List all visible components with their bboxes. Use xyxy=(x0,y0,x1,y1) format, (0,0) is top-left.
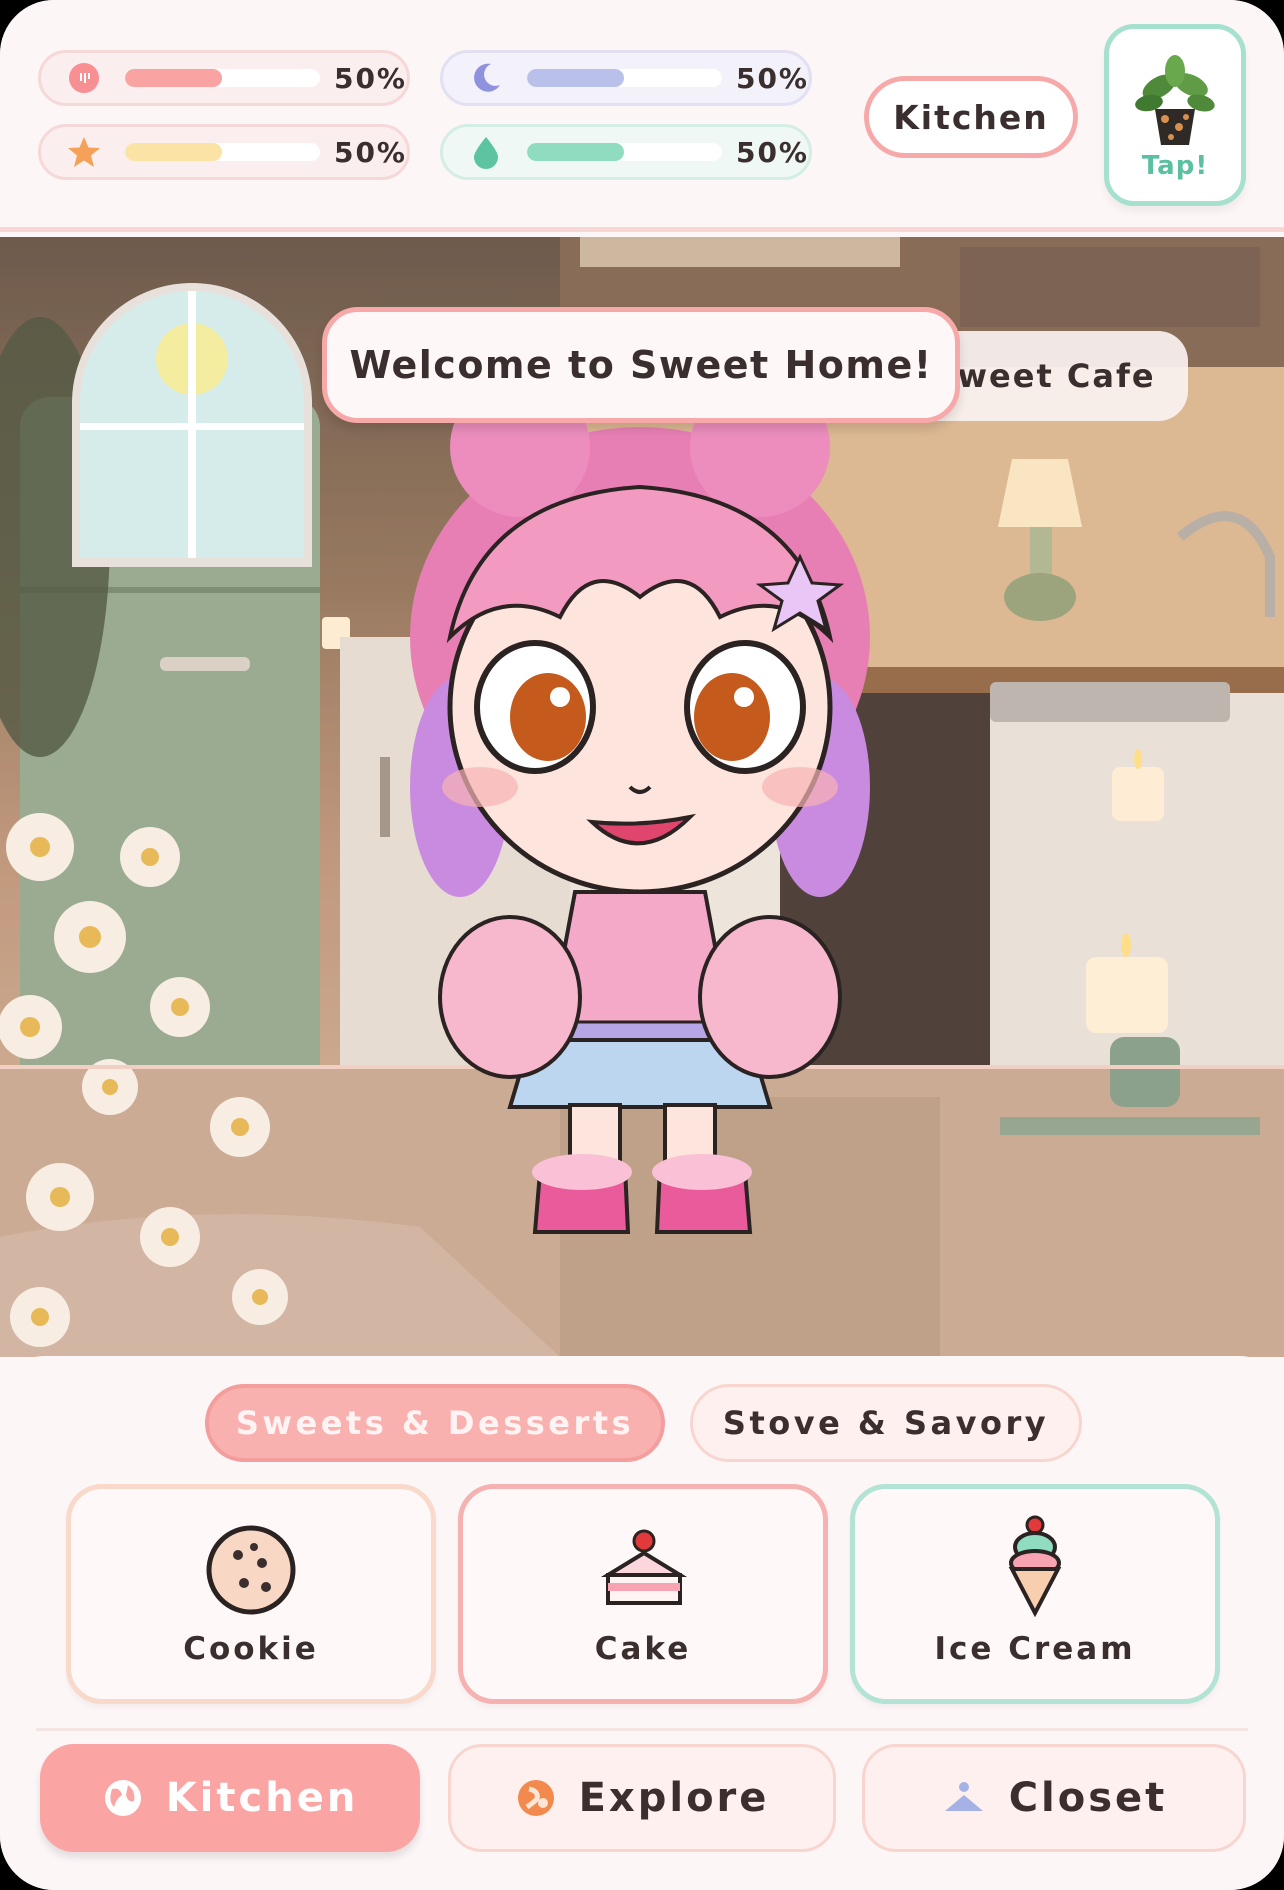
compass-icon xyxy=(515,1777,557,1819)
potted-plant-icon xyxy=(1135,55,1215,145)
fun-bar xyxy=(125,143,320,161)
star-icon xyxy=(67,135,101,169)
tab-stove-savory[interactable]: Stove & Savory xyxy=(690,1384,1082,1462)
nav-explore-label: Explore xyxy=(578,1775,770,1821)
plant-tap-button[interactable]: Tap! xyxy=(1104,24,1246,206)
arched-window xyxy=(72,283,312,567)
nav-closet-label: Closet xyxy=(1008,1775,1168,1821)
nav-explore-button[interactable]: Explore xyxy=(448,1744,836,1852)
cake-label: Cake xyxy=(594,1631,692,1667)
hygiene-meter: 50% xyxy=(440,124,812,180)
fun-value: 50% xyxy=(333,135,407,169)
window-pane xyxy=(80,291,304,558)
nav-closet-button[interactable]: Closet xyxy=(862,1744,1246,1852)
cookie-item-button[interactable]: Cookie xyxy=(66,1484,436,1704)
game-screen: 50% 50% 50% 50% Kitchen Tap! Welcome to … xyxy=(0,0,1284,1890)
cake-item-button[interactable]: Cake xyxy=(458,1484,828,1704)
hunger-bar-fill xyxy=(125,69,223,87)
moon-icon xyxy=(469,61,503,95)
hunger-bar xyxy=(125,69,320,87)
energy-value: 50% xyxy=(735,61,809,95)
globe-icon xyxy=(102,1777,144,1819)
ice-cream-item-button[interactable]: Ice Cream xyxy=(850,1484,1220,1704)
cookie-icon xyxy=(206,1525,296,1615)
hygiene-value: 50% xyxy=(735,135,809,169)
hunger-meter: 50% xyxy=(38,50,410,106)
hygiene-bar xyxy=(527,143,722,161)
kitchen-scene: Welcome to Sweet Home! Sweet Cafe xyxy=(0,237,1284,1357)
plant-tap-label: Tap! xyxy=(1141,151,1209,181)
fun-bar-fill xyxy=(125,143,223,161)
status-hud: 50% 50% 50% 50% Kitchen Tap! xyxy=(0,0,1284,232)
tab-sweets-desserts[interactable]: Sweets & Desserts xyxy=(205,1384,665,1462)
energy-bar-fill xyxy=(527,69,625,87)
hunger-icon xyxy=(67,61,101,95)
action-panel: Sweets & Desserts Stove & Savory Cookie … xyxy=(0,1356,1284,1890)
nav-divider xyxy=(36,1728,1248,1731)
chibi-character[interactable] xyxy=(360,387,920,1247)
nav-kitchen-button[interactable]: Kitchen xyxy=(40,1744,420,1852)
hanger-icon xyxy=(941,1777,987,1819)
energy-meter: 50% xyxy=(440,50,812,106)
nav-kitchen-label: Kitchen xyxy=(165,1775,359,1821)
hygiene-bar-fill xyxy=(527,143,625,161)
ice-cream-icon xyxy=(1008,1515,1062,1617)
cake-icon xyxy=(600,1529,688,1605)
hunger-value: 50% xyxy=(333,61,407,95)
water-drop-icon xyxy=(469,135,503,169)
cookie-label: Cookie xyxy=(183,1631,319,1667)
room-name-badge: Kitchen xyxy=(864,76,1078,158)
ice-cream-label: Ice Cream xyxy=(934,1631,1136,1667)
energy-bar xyxy=(527,69,722,87)
fun-meter: 50% xyxy=(38,124,410,180)
welcome-speech-bubble: Welcome to Sweet Home! xyxy=(322,307,960,423)
